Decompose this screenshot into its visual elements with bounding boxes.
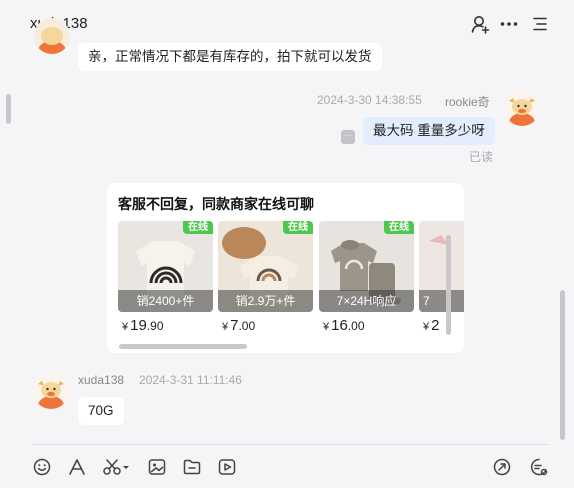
product-price: ¥2 <box>423 317 439 334</box>
send-link-icon[interactable] <box>492 457 512 477</box>
price-decimal: .00 <box>238 319 256 333</box>
add-contact-icon[interactable] <box>470 14 490 34</box>
avatar[interactable] <box>34 18 70 54</box>
online-tag: 在线 <box>384 221 414 234</box>
video-icon[interactable] <box>217 457 237 477</box>
avatar[interactable] <box>33 373 69 409</box>
more-icon[interactable] <box>499 14 519 34</box>
avatar[interactable] <box>504 90 540 126</box>
sender-name: rookie奇 <box>445 95 490 109</box>
product-price: ¥7.00 <box>222 317 255 334</box>
message-bubble: 最大码 重量多少呀 <box>363 117 495 145</box>
online-tag: 在线 <box>183 221 213 234</box>
card-title: 客服不回复，同款商家在线可聊 <box>118 196 314 212</box>
online-tag: 在线 <box>283 221 313 234</box>
product-price: ¥19.90 <box>122 317 164 334</box>
price-integer: 19 <box>130 317 147 334</box>
chat-scrollbar[interactable] <box>560 290 565 440</box>
font-icon[interactable] <box>67 457 87 477</box>
recommendation-card: 客服不回复，同款商家在线可聊 在线 销2400+件 ¥19.90 在线 销2.9… <box>107 183 464 353</box>
product-sales: 销2400+件 <box>118 290 213 312</box>
menu-icon[interactable] <box>530 14 550 34</box>
message-timestamp: 2024-3-31 11:11:46 <box>139 373 242 387</box>
price-integer: 16 <box>331 317 348 334</box>
product-image[interactable]: 在线 7×24H响应 <box>319 221 414 312</box>
price-decimal: .00 <box>347 319 365 333</box>
product-sales: 7×24H响应 <box>319 290 414 312</box>
product-sales: 销2.9万+件 <box>218 290 313 312</box>
product-sales: 7 <box>419 290 464 312</box>
emoji-icon[interactable] <box>32 457 52 477</box>
screenshot-scissors-icon[interactable] <box>102 457 130 477</box>
product-item[interactable]: 在线 销2400+件 ¥19.90 <box>118 221 213 341</box>
currency-symbol: ¥ <box>222 321 229 333</box>
price-integer: 2 <box>431 317 440 334</box>
product-item[interactable]: 7 ¥2 <box>419 221 464 341</box>
sender-name: xuda138 <box>78 373 125 387</box>
chat-scrollbar-left[interactable] <box>6 94 11 124</box>
message-action-icon[interactable]: ··· <box>341 130 355 144</box>
folder-icon[interactable] <box>182 457 202 477</box>
chat-window: xuda138 亲，正常情况下都是有库存的，拍下就可以发货 2024-3-30 … <box>0 0 574 488</box>
product-image[interactable]: 在线 销2400+件 <box>118 221 213 312</box>
product-item[interactable]: 在线 销2.9万+件 ¥7.00 <box>218 221 313 341</box>
card-vertical-scrollbar[interactable] <box>446 235 451 335</box>
currency-symbol: ¥ <box>423 321 430 333</box>
product-image[interactable]: 7 <box>419 221 464 312</box>
price-decimal: .90 <box>146 319 164 333</box>
message-bubble: 70G <box>78 397 124 425</box>
image-icon[interactable] <box>147 457 167 477</box>
product-image[interactable]: 在线 销2.9万+件 <box>218 221 313 312</box>
currency-symbol: ¥ <box>122 321 129 333</box>
input-divider <box>32 444 548 445</box>
chat-settings-icon[interactable] <box>529 457 549 477</box>
card-horizontal-scrollbar[interactable] <box>119 344 247 349</box>
product-item[interactable]: 在线 7×24H响应 ¥16.00 <box>319 221 414 341</box>
chat-header: xuda138 <box>0 0 574 44</box>
currency-symbol: ¥ <box>323 321 330 333</box>
read-status: 已读 <box>469 150 494 164</box>
message-timestamp: 2024-3-30 14:38:55 <box>317 93 422 107</box>
message-bubble: 亲，正常情况下都是有库存的，拍下就可以发货 <box>78 43 382 71</box>
product-price: ¥16.00 <box>323 317 365 334</box>
